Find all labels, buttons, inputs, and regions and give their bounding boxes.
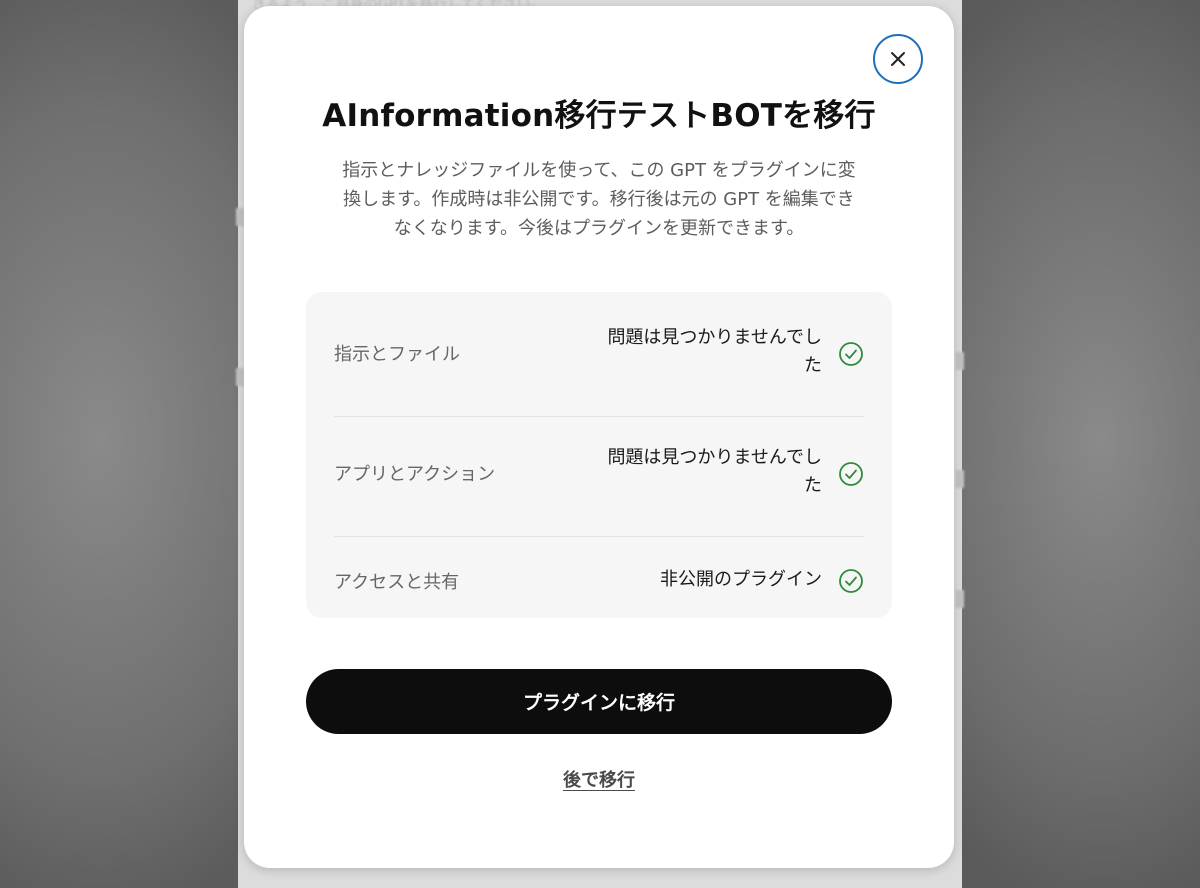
background-fragment xyxy=(236,208,244,226)
background-fragment xyxy=(956,590,964,608)
background-fragment xyxy=(956,470,964,488)
description-line: 指示とナレッジファイルを使って、この GPT をプラグインに変 xyxy=(342,160,856,181)
check-row-access-sharing: アクセスと共有 非公開のプラグイン xyxy=(334,562,864,602)
close-icon xyxy=(891,52,905,66)
check-circle-icon xyxy=(839,462,863,486)
description-line: なくなります。今後はプラグインを更新できます。 xyxy=(393,218,805,239)
check-status-line: 問題は見つかりませんでし xyxy=(607,327,822,348)
check-label: アプリとアクション xyxy=(334,464,496,485)
check-status-line: 問題は見つかりませんでし xyxy=(607,447,822,468)
check-circle-icon xyxy=(839,569,863,593)
check-label: アクセスと共有 xyxy=(334,572,460,593)
migration-checklist: 指示とファイル 問題は見つかりませんでし た アプリとアクション 問題は見つかり… xyxy=(306,292,892,618)
background-fragment xyxy=(236,368,244,386)
description-line: 換します。作成時は非公開です。移行後は元の GPT を編集でき xyxy=(343,189,855,210)
check-status-line: 非公開のプラグイン xyxy=(660,569,822,590)
row-divider xyxy=(334,416,864,417)
check-label: 指示とファイル xyxy=(334,344,460,365)
check-status: 問題は見つかりませんでし た xyxy=(562,324,822,380)
migrate-to-plugin-button[interactable]: プラグインに移行 xyxy=(306,669,892,734)
migrate-gpt-dialog: AInformation移行テストBOTを移行 指示とナレッジファイルを使って、… xyxy=(244,6,954,868)
close-button[interactable] xyxy=(873,34,923,84)
row-divider xyxy=(334,536,864,537)
dialog-description: 指示とナレッジファイルを使って、この GPT をプラグインに変 換します。作成時… xyxy=(302,156,896,243)
check-status-line: た xyxy=(804,475,822,496)
check-row-instructions-files: 指示とファイル 問題は見つかりませんでし た xyxy=(334,322,864,382)
check-row-apps-actions: アプリとアクション 問題は見つかりませんでし た xyxy=(334,442,864,502)
check-status: 問題は見つかりませんでし た xyxy=(562,444,822,500)
dialog-title: AInformation移行テストBOTを移行 xyxy=(322,98,876,134)
check-status-line: た xyxy=(804,355,822,376)
migrate-later-link[interactable]: 後で移行 xyxy=(244,766,954,792)
blurred-backdrop-right xyxy=(960,0,1200,888)
background-fragment xyxy=(956,352,964,370)
check-status: 非公開のプラグイン xyxy=(562,566,822,594)
check-circle-icon xyxy=(839,342,863,366)
